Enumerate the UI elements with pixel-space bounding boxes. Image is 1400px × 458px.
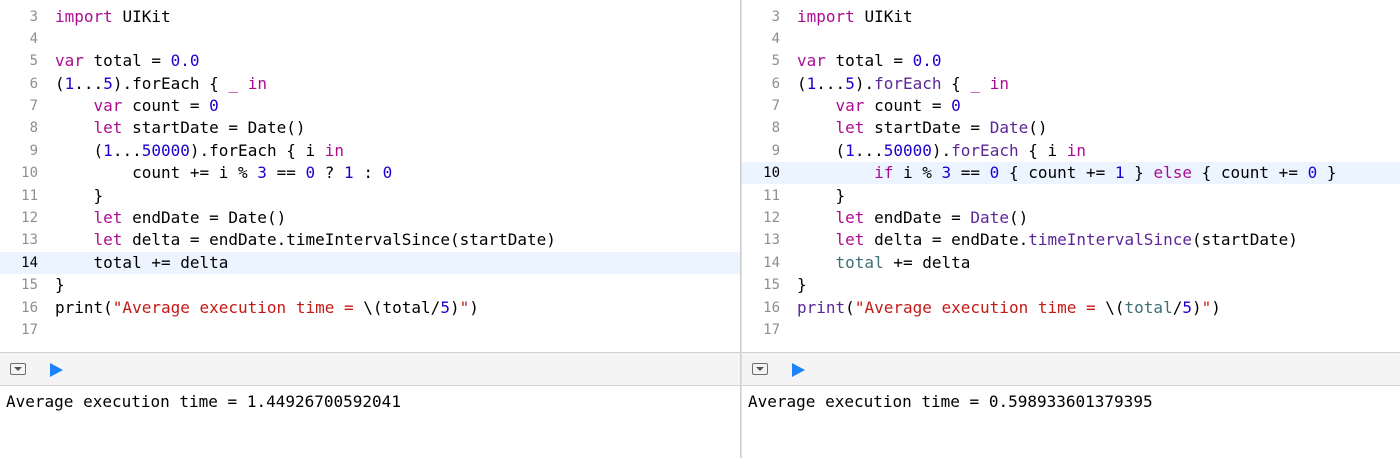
line-number: 10: [21, 165, 38, 181]
code-line: 14 total += delta: [742, 252, 1400, 274]
line-number: 11: [763, 188, 780, 204]
console-output-text: Average execution time = 0.5989336013793…: [748, 392, 1153, 411]
code-line: 11 }: [0, 185, 740, 207]
code-line: 11 }: [742, 185, 1400, 207]
code-line: 13 let delta = endDate.timeIntervalSince…: [0, 229, 740, 251]
line-number: 15: [763, 277, 780, 293]
right-console-output: Average execution time = 0.5989336013793…: [742, 386, 1400, 458]
line-number: 6: [771, 76, 780, 92]
console-output-text: Average execution time = 1.4492670059204…: [6, 392, 401, 411]
toggle-debug-area-icon[interactable]: [10, 363, 26, 375]
line-number: 4: [29, 31, 38, 47]
code-line: 9 (1...50000).forEach { i in: [0, 140, 740, 162]
code-line: 4: [742, 28, 1400, 50]
comparison-view: 3 import UIKit 4 5 var total = 0.0 6 (1...5…: [0, 0, 1400, 458]
line-number: 12: [763, 210, 780, 226]
code-line: 5 var total = 0.0: [742, 50, 1400, 72]
line-number: 14: [763, 255, 780, 271]
line-number: 15: [21, 277, 38, 293]
code-line: 15}: [0, 274, 740, 296]
run-playground-icon[interactable]: [50, 363, 63, 377]
line-number: 5: [29, 53, 38, 69]
line-number: 5: [771, 53, 780, 69]
right-code-editor[interactable]: 3 import UIKit 4 5 var total = 0.0 6 (1...5…: [742, 0, 1400, 352]
line-number: 17: [21, 322, 38, 338]
line-number: 13: [21, 232, 38, 248]
line-number: 4: [771, 31, 780, 47]
code-line: 3 import UIKit: [0, 6, 740, 28]
line-number: 13: [763, 232, 780, 248]
toggle-debug-area-icon[interactable]: [752, 363, 768, 375]
code-line: 5 var total = 0.0: [0, 50, 740, 72]
line-number: 14: [21, 255, 38, 271]
left-console-output: Average execution time = 1.4492670059204…: [0, 386, 740, 458]
code-line: 6 (1...5).forEach { _ in: [742, 73, 1400, 95]
code-line: 4: [0, 28, 740, 50]
line-number: 6: [29, 76, 38, 92]
line-number: 9: [771, 143, 780, 159]
code-line: 16 print("Average execution time = \(tota…: [0, 297, 740, 319]
run-playground-icon[interactable]: [792, 363, 805, 377]
left-debug-bar: [0, 352, 740, 386]
code-line-current: 14 total += delta: [0, 252, 740, 274]
left-code-editor[interactable]: 3 import UIKit 4 5 var total = 0.0 6 (1...5…: [0, 0, 740, 352]
line-number: 7: [771, 98, 780, 114]
code-line: 8 let startDate = Date(): [742, 117, 1400, 139]
code-line: 7 var count = 0: [742, 95, 1400, 117]
code-line: 12 let endDate = Date(): [0, 207, 740, 229]
line-number: 7: [29, 98, 38, 114]
line-number: 10: [763, 165, 780, 181]
code-line: 13 let delta = endDate.timeIntervalSince…: [742, 229, 1400, 251]
line-number: 8: [29, 120, 38, 136]
line-number: 3: [771, 9, 780, 25]
line-number: 9: [29, 143, 38, 159]
code-line: 8 let startDate = Date(): [0, 117, 740, 139]
line-number: 17: [763, 322, 780, 338]
code-line: 3 import UIKit: [742, 6, 1400, 28]
line-number: 12: [21, 210, 38, 226]
line-number: 3: [29, 9, 38, 25]
line-number: 16: [763, 300, 780, 316]
code-line: 12 let endDate = Date(): [742, 207, 1400, 229]
code-line: 17: [742, 319, 1400, 341]
right-debug-bar: [742, 352, 1400, 386]
code-line: 10 count += i % 3 == 0 ? 1 : 0: [0, 162, 740, 184]
line-number: 16: [21, 300, 38, 316]
code-line-current: 10 if i % 3 == 0 { count += 1 } else { c…: [742, 162, 1400, 184]
code-line: 7 var count = 0: [0, 95, 740, 117]
line-number: 11: [21, 188, 38, 204]
line-number: 8: [771, 120, 780, 136]
left-playground-pane: 3 import UIKit 4 5 var total = 0.0 6 (1...5…: [0, 0, 740, 458]
right-playground-pane: 3 import UIKit 4 5 var total = 0.0 6 (1...5…: [742, 0, 1400, 458]
code-line: 6 (1...5).forEach { _ in: [0, 73, 740, 95]
code-line: 15}: [742, 274, 1400, 296]
code-line: 16 print("Average execution time = \(tota…: [742, 297, 1400, 319]
code-line: 9 (1...50000).forEach { i in: [742, 140, 1400, 162]
code-line: 17: [0, 319, 740, 341]
